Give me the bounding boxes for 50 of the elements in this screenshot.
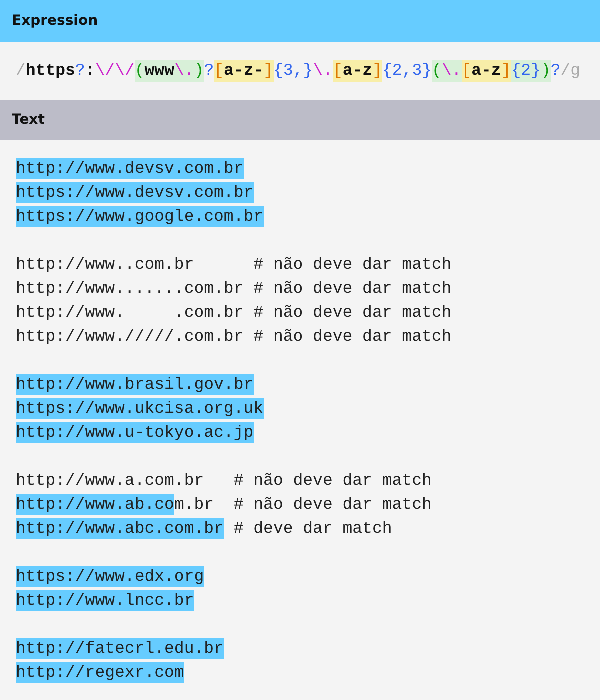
matched-text: http://www.lncc.br (16, 590, 194, 610)
matched-text: http://www.u-tokyo.ac.jp (16, 422, 254, 442)
regex-token: [ (332, 60, 343, 82)
matched-text: https://www.google.com.br (16, 206, 264, 226)
regex-token: [ (462, 60, 472, 82)
test-text: m.br # não deve dar match (174, 494, 432, 514)
regex-token: ] (264, 60, 274, 82)
matched-text: http://www.devsv.com.br (16, 158, 244, 178)
regex-token: https (26, 60, 76, 82)
regex-token: [ (214, 60, 224, 82)
regex-token: ? (204, 60, 214, 82)
regex-token: / (16, 60, 26, 82)
regex-token: ( (432, 60, 442, 82)
regex-token: /g (560, 60, 581, 82)
regex-token: \/ (115, 60, 135, 82)
matched-text: https://www.devsv.com.br (16, 182, 254, 202)
regex-token: {3,} (274, 60, 314, 82)
regex-token: \. (313, 60, 333, 82)
matched-text: http://fatecrl.edu.br (16, 638, 224, 658)
regex-token: ? (550, 60, 561, 82)
matched-text: http://www.abc.com.br (16, 518, 224, 538)
regex-token: {2} (511, 60, 541, 82)
matched-text: https://www.edx.org (16, 566, 204, 586)
test-text: http://www.......com.br # não deve dar match (16, 278, 452, 298)
matched-text: http://www.brasil.gov.br (16, 374, 254, 394)
regex-token: www (144, 60, 174, 82)
regex-token: ] (372, 60, 382, 82)
regex-token: ( (134, 60, 145, 82)
test-text: http://www.a.com.br # não deve dar match (16, 470, 432, 490)
test-text: # deve dar match (232, 518, 392, 538)
regex-token: a-z- (224, 60, 264, 82)
regex-token: a-z (342, 60, 373, 82)
matched-text: http://regexr.com (16, 662, 184, 682)
regex-token: \/ (95, 60, 116, 82)
expression-header: Expression (0, 0, 600, 42)
matched-text: https://www.ukcisa.org.uk (16, 398, 264, 418)
regex-token: {2,3} (382, 60, 432, 82)
regex-token: ] (501, 60, 512, 82)
regex-token: \. (442, 60, 462, 82)
test-text: http://www./////.com.br # não deve dar match (16, 326, 452, 346)
text-header: Text (0, 100, 600, 140)
regex-token: ) (540, 60, 551, 82)
matched-text: http://www.ab.co (16, 494, 174, 514)
regex-token: a-z (472, 60, 502, 82)
regex-token: \. (174, 60, 194, 82)
regex-token: ) (194, 60, 204, 82)
regex-token: : (85, 60, 96, 82)
test-text: http://www..com.br # não deve dar match (16, 254, 452, 274)
test-text: http://www. .com.br # não deve dar match (16, 302, 452, 322)
regex-token: ? (75, 60, 86, 82)
